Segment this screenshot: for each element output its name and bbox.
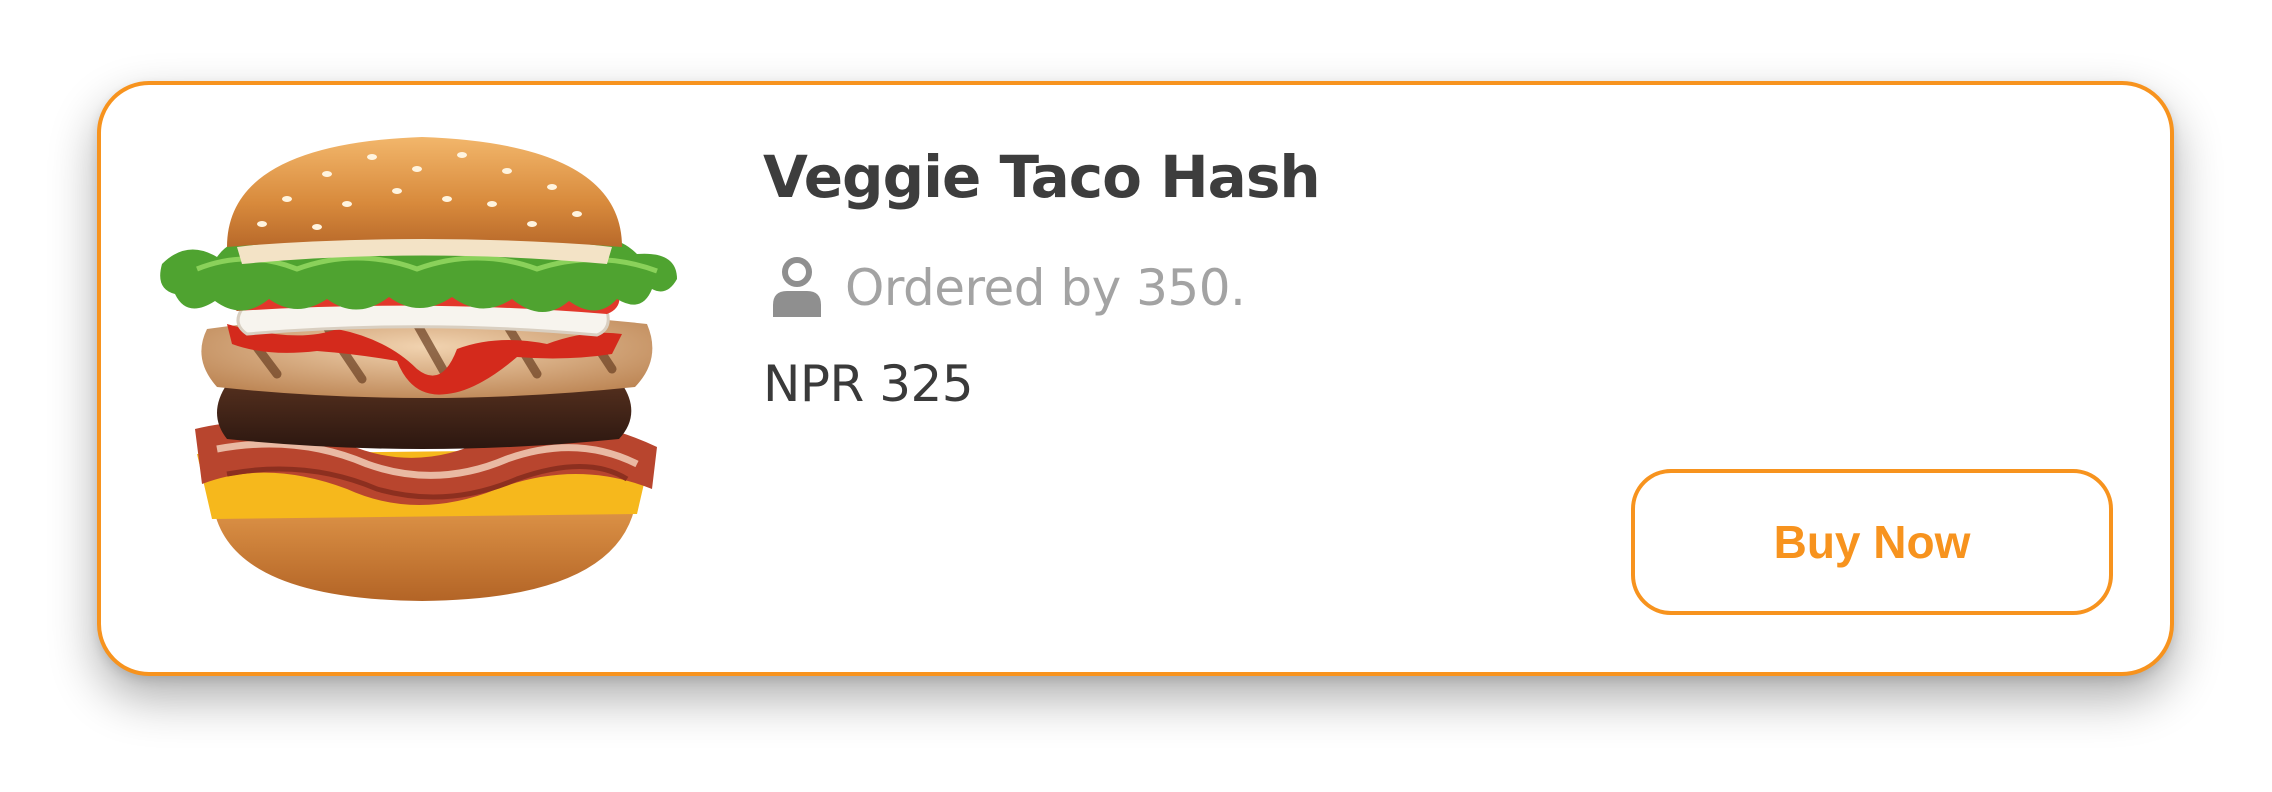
product-card[interactable]: Veggie Taco Hash Ordered by 350. NPR 325… <box>97 81 2174 676</box>
page: Veggie Taco Hash Ordered by 350. NPR 325… <box>0 0 2272 792</box>
product-image <box>157 129 687 614</box>
user-icon <box>773 257 821 317</box>
burger-image <box>160 137 677 601</box>
order-count-text: Ordered by 350. <box>845 259 1246 317</box>
buy-now-button[interactable]: Buy Now <box>1631 469 2113 615</box>
order-count: Ordered by 350. <box>769 255 1246 321</box>
product-price: NPR 325 <box>763 355 974 413</box>
product-title: Veggie Taco Hash <box>763 143 1321 211</box>
